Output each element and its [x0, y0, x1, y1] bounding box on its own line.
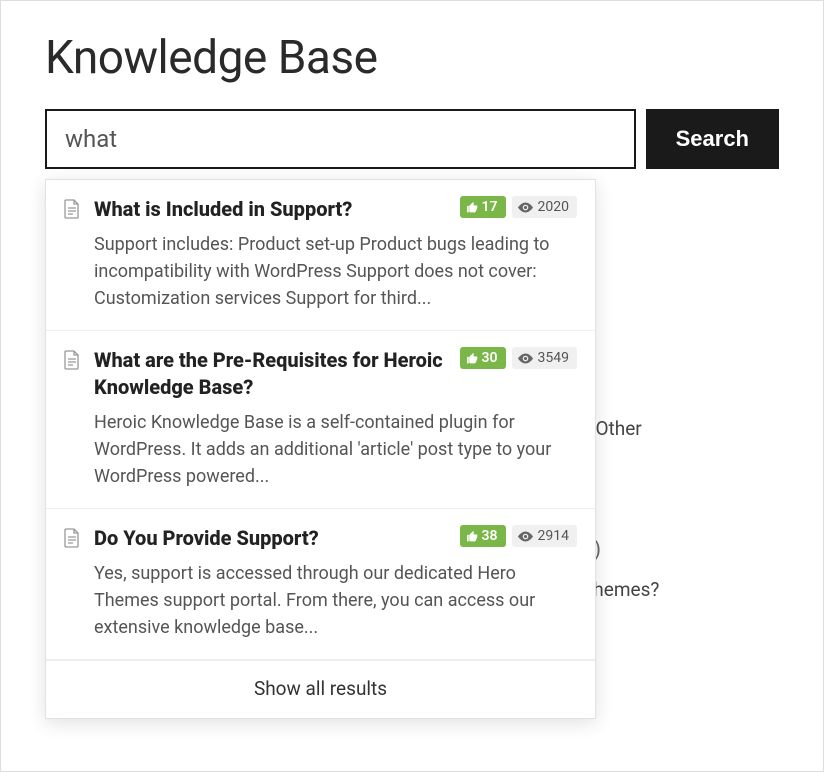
views-badge: 2020 [512, 196, 577, 218]
result-meta: 30 3549 [460, 347, 577, 369]
thumbs-up-icon [466, 352, 479, 365]
likes-count: 38 [482, 528, 498, 544]
views-badge: 3549 [512, 347, 577, 369]
likes-count: 30 [482, 350, 498, 366]
views-count: 2914 [538, 528, 569, 544]
views-badge: 2914 [512, 525, 577, 547]
eye-icon [518, 531, 533, 542]
likes-count: 17 [482, 199, 498, 215]
show-all-results-link[interactable]: Show all results [46, 660, 595, 718]
result-excerpt: Support includes: Product set-up Product… [94, 231, 577, 312]
document-icon [64, 350, 80, 370]
document-icon [64, 528, 80, 548]
eye-icon [518, 353, 533, 364]
result-title: What is Included in Support? [94, 196, 352, 223]
thumbs-up-icon [466, 530, 479, 543]
search-result-item[interactable]: What are the Pre-Requisites for Heroic K… [46, 331, 595, 509]
search-row: Search What is Included in Support? 17 [45, 109, 779, 169]
views-count: 2020 [538, 199, 569, 215]
likes-badge: 30 [460, 347, 506, 369]
search-dropdown: What is Included in Support? 17 2020 [45, 179, 596, 719]
search-button[interactable]: Search [646, 109, 779, 169]
likes-badge: 38 [460, 525, 506, 547]
search-result-item[interactable]: What is Included in Support? 17 2020 [46, 180, 595, 331]
result-meta: 17 2020 [460, 196, 577, 218]
thumbs-up-icon [466, 201, 479, 214]
result-excerpt: Yes, support is accessed through our ded… [94, 560, 577, 641]
search-result-item[interactable]: Do You Provide Support? 38 2914 [46, 509, 595, 660]
search-input[interactable] [45, 109, 636, 169]
result-title: Do You Provide Support? [94, 525, 319, 552]
document-icon [64, 199, 80, 219]
page-title: Knowledge Base [45, 31, 779, 85]
eye-icon [518, 202, 533, 213]
views-count: 3549 [538, 350, 569, 366]
result-meta: 38 2914 [460, 525, 577, 547]
likes-badge: 17 [460, 196, 506, 218]
result-title: What are the Pre-Requisites for Heroic K… [94, 347, 448, 401]
result-excerpt: Heroic Knowledge Base is a self-containe… [94, 409, 577, 490]
